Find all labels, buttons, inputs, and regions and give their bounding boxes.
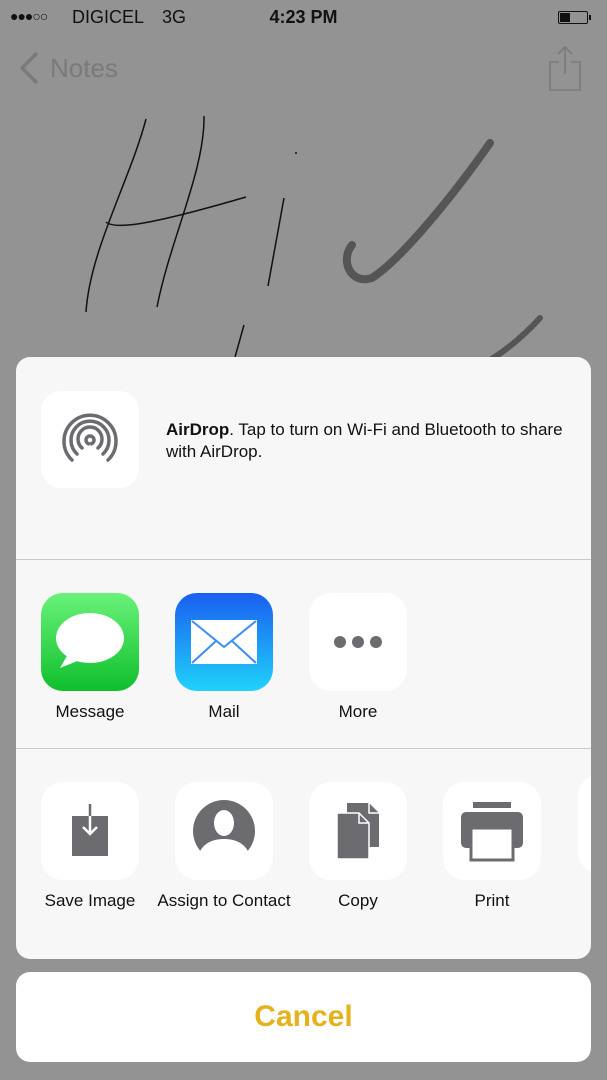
airdrop-tile[interactable] — [41, 391, 139, 488]
cancel-button[interactable]: Cancel — [16, 972, 591, 1062]
battery-level — [560, 13, 570, 22]
actions-row: Save Image Assign to Contact Copy Print — [16, 749, 591, 959]
save-image-icon — [72, 804, 108, 856]
status-bar: ●●●○○ DIGICEL 3G 4:23 PM — [0, 0, 607, 36]
action-save-image[interactable]: Save Image — [41, 782, 139, 911]
nav-bar: Notes — [0, 40, 607, 96]
share-app-message[interactable]: Message — [41, 593, 139, 722]
chevron-left-icon — [20, 52, 38, 84]
airdrop-icon — [62, 413, 118, 464]
print-tile — [443, 782, 541, 880]
share-app-mail[interactable]: Mail — [175, 593, 273, 722]
share-app-label: Mail — [208, 702, 240, 721]
airdrop-row[interactable]: AirDrop. Tap to turn on Wi-Fi and Blueto… — [16, 357, 591, 559]
clock: 4:23 PM — [269, 7, 338, 27]
back-button[interactable]: Notes — [16, 50, 118, 86]
action-label: Copy — [338, 891, 378, 910]
battery-icon — [558, 11, 591, 24]
more-tile — [309, 593, 407, 691]
messages-icon — [56, 613, 124, 668]
action-label: Assign to Contact — [157, 891, 291, 910]
copy-tile — [309, 782, 407, 880]
contact-icon — [193, 800, 255, 863]
action-label: Print — [474, 891, 510, 910]
messages-tile — [41, 593, 139, 691]
more-icon — [334, 636, 382, 648]
mail-tile — [175, 593, 273, 691]
action-copy[interactable]: Copy — [309, 782, 407, 911]
handwritten-note-canvas — [85, 115, 543, 366]
share-app-label: Message — [55, 702, 125, 721]
share-app-label: More — [338, 702, 378, 721]
airdrop-message: AirDrop. Tap to turn on Wi-Fi and Blueto… — [166, 419, 576, 463]
save-image-tile — [41, 782, 139, 880]
action-partial-tile[interactable] — [578, 775, 591, 873]
share-apps-row: Message Mail More — [16, 560, 591, 748]
action-assign-to-contact[interactable]: Assign to Contact — [157, 782, 291, 911]
print-icon — [461, 802, 523, 862]
action-print[interactable]: Print — [443, 782, 541, 911]
contact-tile — [175, 782, 273, 880]
share-icon[interactable] — [548, 44, 582, 92]
airdrop-title: AirDrop — [166, 420, 230, 439]
copy-icon — [336, 803, 379, 860]
back-label: Notes — [50, 52, 118, 83]
share-app-more[interactable]: More — [309, 593, 407, 722]
action-label: Save Image — [44, 891, 136, 910]
share-sheet: AirDrop. Tap to turn on Wi-Fi and Blueto… — [16, 357, 591, 959]
mail-icon — [191, 620, 257, 664]
